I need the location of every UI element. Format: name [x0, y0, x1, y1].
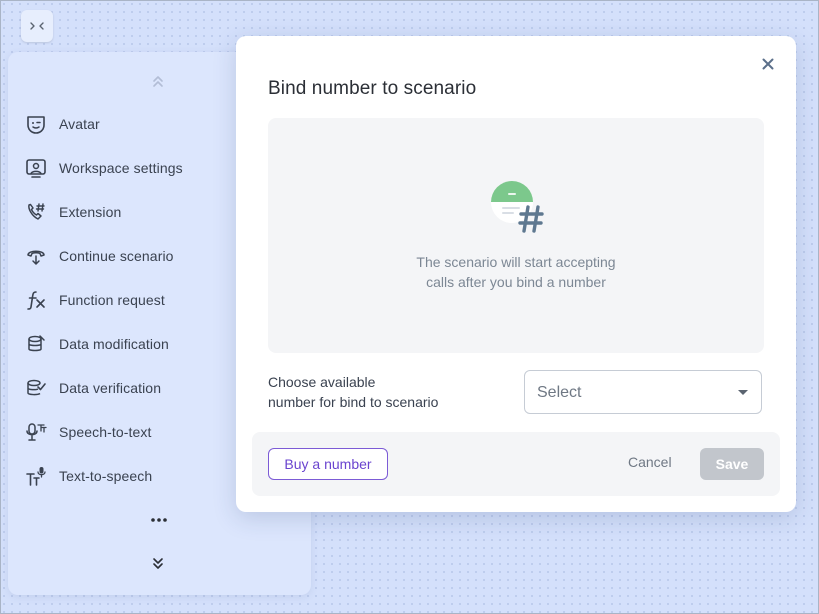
more-button[interactable] [149, 514, 169, 526]
bind-number-dialog: Bind number to scenario The scenario wil… [236, 36, 796, 512]
avatar-icon [24, 112, 48, 136]
sidebar-item-label: Data verification [59, 380, 162, 396]
function-icon [24, 288, 48, 312]
double-chevron-down-icon [153, 558, 163, 569]
empty-state-message: The scenario will start accepting calls … [268, 252, 764, 292]
choose-label-line-2: number for bind to scenario [268, 394, 439, 410]
sidebar-item-label: Extension [59, 204, 122, 220]
choose-number-label: Choose available number for bind to scen… [268, 372, 468, 412]
text-to-speech-icon [24, 464, 48, 488]
sidebar-item-label: Text-to-speech [59, 468, 153, 484]
number-select[interactable]: Select [524, 370, 762, 414]
dialog-footer: Buy a number Cancel Save [252, 432, 780, 496]
empty-state-line-2: calls after you bind a number [426, 274, 606, 290]
select-placeholder: Select [537, 384, 582, 401]
data-modification-icon [24, 332, 48, 356]
buy-number-button[interactable]: Buy a number [268, 448, 388, 480]
scroll-up-button[interactable] [149, 72, 167, 90]
sidebar-item-label: Continue scenario [59, 248, 174, 264]
chevron-down-icon [738, 390, 748, 395]
sidebar-item-label: Workspace settings [59, 160, 183, 176]
double-chevron-up-icon [153, 76, 163, 87]
choose-label-line-1: Choose available [268, 374, 376, 390]
sidebar-item-label: Function request [59, 292, 165, 308]
save-button[interactable]: Save [700, 448, 764, 480]
workspace-settings-icon [24, 156, 48, 180]
phone-number-illustration-icon [491, 181, 544, 233]
data-verification-icon [24, 376, 48, 400]
sidebar-item-label: Avatar [59, 116, 100, 132]
extension-icon [24, 200, 48, 224]
close-icon [762, 58, 774, 70]
sidebar-item-label: Data modification [59, 336, 169, 352]
scroll-down-button[interactable] [149, 555, 167, 573]
collapse-sidebar-button[interactable] [21, 10, 53, 42]
empty-state: The scenario will start accepting calls … [268, 118, 764, 353]
continue-scenario-icon [24, 244, 48, 268]
speech-to-text-icon [24, 420, 48, 444]
empty-state-line-1: The scenario will start accepting [416, 254, 616, 270]
sidebar-item-label: Speech-to-text [59, 424, 152, 440]
dialog-title: Bind number to scenario [268, 78, 477, 99]
cancel-button[interactable]: Cancel [628, 454, 672, 470]
close-button[interactable] [760, 56, 776, 72]
more-dots-icon [151, 518, 167, 522]
collapse-arrows-icon [30, 22, 44, 30]
